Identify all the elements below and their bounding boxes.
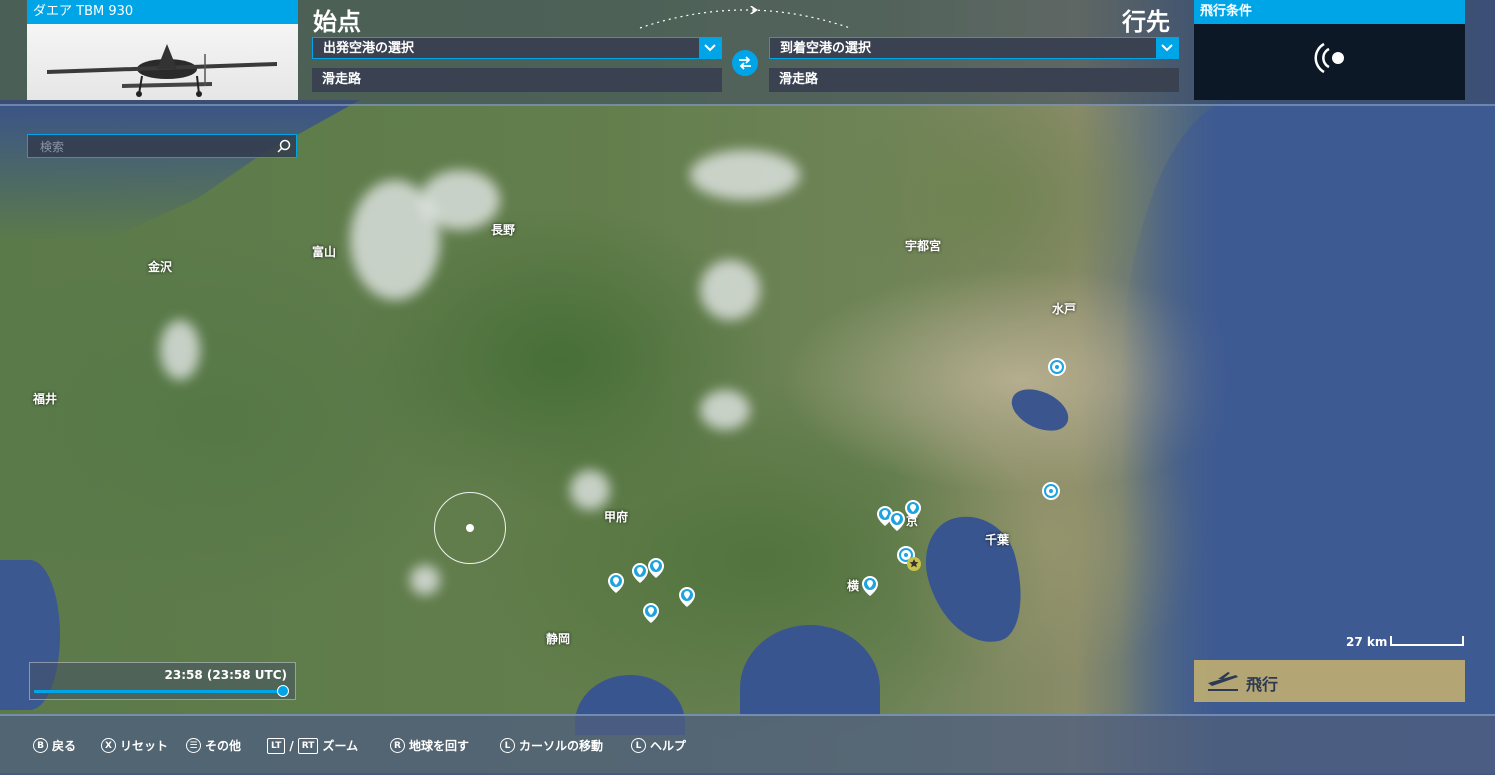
map-scale-label: 27 km [1346, 635, 1388, 649]
signal-icon [1314, 42, 1344, 74]
departure-runway-select[interactable]: 滑走路 [312, 68, 722, 92]
plane-takeoff-icon [1208, 672, 1238, 691]
top-bar: ダエア TBM 930 始点 行先 出発空港の選択 到着空港の選択 滑走路 滑走… [0, 0, 1495, 106]
hint-label: ヘルプ [650, 739, 687, 753]
cloud [420, 170, 500, 230]
hint-label: 地球を回す [409, 739, 470, 753]
departure-title: 始点 [313, 8, 361, 36]
airport-pin-icon[interactable] [678, 586, 696, 608]
search-input[interactable] [28, 135, 282, 159]
city-label-fukui: 福井 [33, 392, 58, 406]
world-map[interactable]: 金沢 富山 長野 宇都宮 水戸 福井 甲府 千葉 静岡 横 京 [0, 0, 1495, 773]
hint-label: リセット [120, 739, 169, 753]
l-stick-icon: L [500, 738, 515, 753]
hint-label: ズーム [322, 739, 359, 753]
cloud [160, 320, 200, 380]
airport-pin-icon[interactable] [607, 572, 625, 594]
swap-airports-button[interactable] [732, 50, 758, 76]
aircraft-card[interactable]: ダエア TBM 930 [27, 0, 298, 100]
lake-kasumigaura [1005, 381, 1075, 439]
cloud [700, 390, 750, 430]
search-box[interactable] [27, 134, 297, 159]
airport-pin-icon[interactable] [861, 575, 879, 597]
time-of-day-panel[interactable]: 23:58 (23:58 UTC) [29, 662, 296, 700]
time-display: 23:58 (23:58 UTC) [164, 668, 287, 682]
hint-move-cursor[interactable]: L カーソルの移動 [500, 737, 603, 754]
city-label-kanazawa: 金沢 [148, 260, 173, 274]
menu-button-icon: ☰ [186, 738, 201, 753]
tokyo-bay [914, 505, 1036, 655]
hint-back[interactable]: B 戻る [33, 737, 76, 754]
city-label-kofu: 甲府 [604, 510, 629, 524]
chevron-down-icon [1156, 38, 1178, 58]
sagami-bay [740, 625, 880, 715]
city-label-chiba: 千葉 [985, 533, 1010, 547]
aircraft-name: ダエア TBM 930 [27, 0, 298, 24]
hint-more[interactable]: ☰ その他 [186, 737, 241, 754]
flight-conditions-card[interactable]: 飛行条件 [1194, 0, 1465, 100]
hint-label: その他 [205, 739, 242, 753]
fly-button[interactable]: 飛行 [1194, 660, 1465, 702]
bottom-hint-bar: B 戻る X リセット ☰ その他 LT / RT ズーム R 地球を回す L … [0, 714, 1495, 775]
airport-pin-icon[interactable] [642, 602, 660, 624]
departure-airport-placeholder: 出発空港の選択 [323, 41, 415, 56]
arrival-airport-select[interactable]: 到着空港の選択 [769, 37, 1179, 59]
map-scale-bar [1390, 636, 1464, 646]
city-label-toyama: 富山 [312, 245, 337, 259]
map-cursor-dot [466, 524, 474, 532]
departure-airport-select[interactable]: 出発空港の選択 [312, 37, 722, 59]
hint-reset[interactable]: X リセット [101, 737, 168, 754]
hint-zoom[interactable]: LT / RT ズーム [267, 737, 358, 754]
hint-help[interactable]: L ヘルプ [631, 737, 686, 754]
airport-pin-icon[interactable] [647, 557, 665, 579]
hint-rotate-globe[interactable]: R 地球を回す [390, 737, 469, 754]
star-icon[interactable] [907, 557, 921, 571]
x-button-icon: X [101, 738, 116, 753]
lt-button-icon: LT [267, 737, 286, 754]
arrival-airport-placeholder: 到着空港の選択 [780, 41, 872, 56]
time-slider-track[interactable] [34, 690, 286, 693]
sea-of-japan [0, 100, 360, 240]
flight-path-arc [639, 6, 851, 29]
time-slider-handle[interactable] [277, 685, 290, 697]
hint-label: 戻る [52, 739, 77, 753]
target-icon[interactable] [1047, 357, 1067, 377]
city-label-shizuoka: 静岡 [546, 632, 571, 646]
cloud [570, 470, 610, 510]
hint-label: カーソルの移動 [519, 739, 604, 753]
search-icon[interactable] [276, 138, 292, 154]
swap-icon [739, 56, 751, 70]
target-icon[interactable] [1041, 481, 1061, 501]
arrival-runway-select[interactable]: 滑走路 [769, 68, 1179, 92]
cloud [690, 150, 800, 200]
b-button-icon: B [33, 738, 48, 753]
chevron-down-icon [699, 38, 721, 58]
cloud [410, 565, 440, 595]
r-stick-icon: R [390, 738, 405, 753]
fly-button-label: 飛行 [1246, 675, 1279, 694]
aircraft-image [27, 24, 298, 100]
pacific-ocean [1120, 100, 1495, 720]
city-label-utsunomiya: 宇都宮 [905, 239, 942, 253]
cloud [700, 260, 760, 320]
arrival-title: 行先 [1122, 8, 1170, 36]
city-label-nagano: 長野 [491, 223, 516, 237]
rt-button-icon: RT [297, 737, 319, 754]
city-label-mito: 水戸 [1052, 302, 1077, 316]
airport-pin-icon[interactable] [904, 499, 922, 521]
flight-conditions-title: 飛行条件 [1194, 0, 1465, 24]
l-stick-click-icon: L [631, 738, 646, 753]
city-label-yokohama: 横 [847, 579, 860, 593]
hint-separator: / [289, 738, 294, 753]
